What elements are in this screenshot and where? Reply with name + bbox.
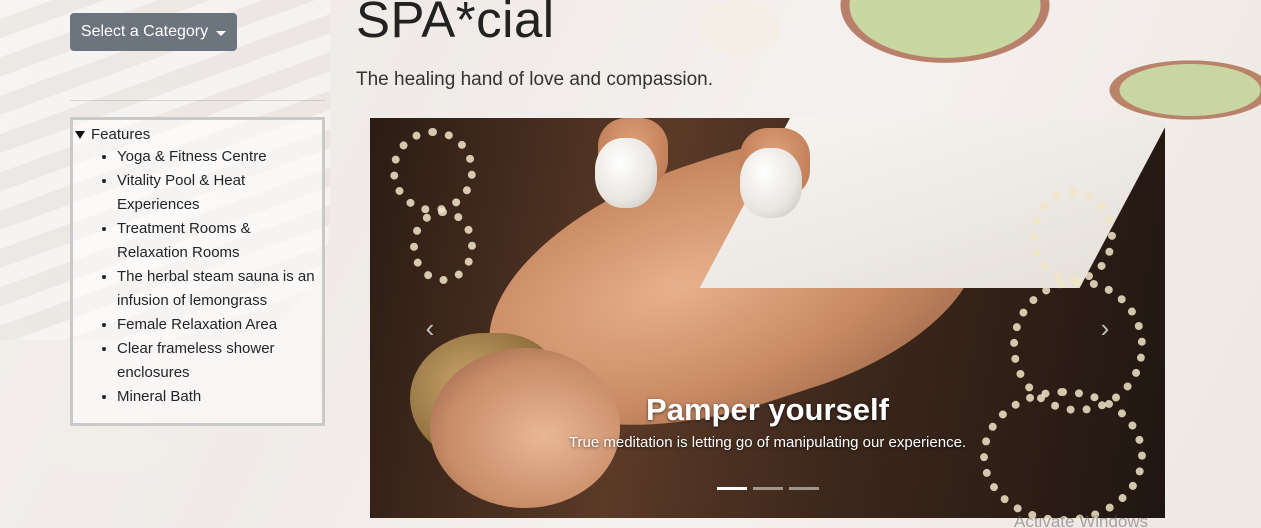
carousel-indicator[interactable] (788, 487, 819, 490)
features-summary[interactable]: Features (75, 126, 322, 143)
carousel-indicator[interactable] (716, 487, 747, 490)
list-item: The herbal steam sauna is an infusion of… (117, 265, 322, 313)
sidebar-divider (70, 100, 325, 101)
activate-windows-watermark: Activate Windows (1014, 512, 1149, 528)
paisley-decoration (410, 208, 476, 284)
carousel-indicator[interactable] (752, 487, 783, 490)
caret-down-icon (216, 30, 227, 36)
list-item: Clear frameless shower enclosures (117, 337, 322, 385)
list-item: Female Relaxation Area (117, 313, 322, 337)
list-item: Yoga & Fitness Centre (117, 145, 322, 169)
carousel-indicators (370, 487, 1165, 490)
carousel-next-button[interactable]: › (1090, 308, 1120, 348)
carousel-caption: Pamper yourself True meditation is letti… (370, 392, 1165, 451)
carousel-image-herbal-ball (740, 148, 802, 218)
carousel-caption-text: True meditation is letting go of manipul… (568, 434, 967, 451)
list-item: Treatment Rooms & Relaxation Rooms (117, 217, 322, 265)
disclosure-triangle-icon (75, 130, 85, 139)
carousel-caption-title: Pamper yourself (646, 392, 889, 427)
paisley-decoration (1030, 188, 1116, 284)
site-tagline: The healing hand of love and compassion. (356, 69, 714, 90)
category-dropdown-button[interactable]: Select a Category (70, 13, 237, 51)
category-button-label: Select a Category (80, 23, 209, 40)
chevron-right-icon: › (1100, 312, 1110, 343)
image-carousel[interactable]: ‹ › Pamper yourself True meditation is l… (370, 118, 1165, 518)
features-summary-label: Features (91, 126, 151, 143)
chevron-left-icon: ‹ (425, 312, 435, 343)
carousel-prev-button[interactable]: ‹ (415, 308, 445, 348)
carousel-image-herbal-ball (595, 138, 657, 208)
list-item: Mineral Bath (117, 385, 322, 409)
features-panel: Features Yoga & Fitness Centre Vitality … (70, 117, 325, 426)
paisley-decoration (390, 128, 476, 214)
list-item: Vitality Pool & Heat Experiences (117, 169, 322, 217)
features-list: Yoga & Fitness Centre Vitality Pool & He… (75, 145, 322, 409)
site-title: SPA*cial (356, 0, 555, 48)
